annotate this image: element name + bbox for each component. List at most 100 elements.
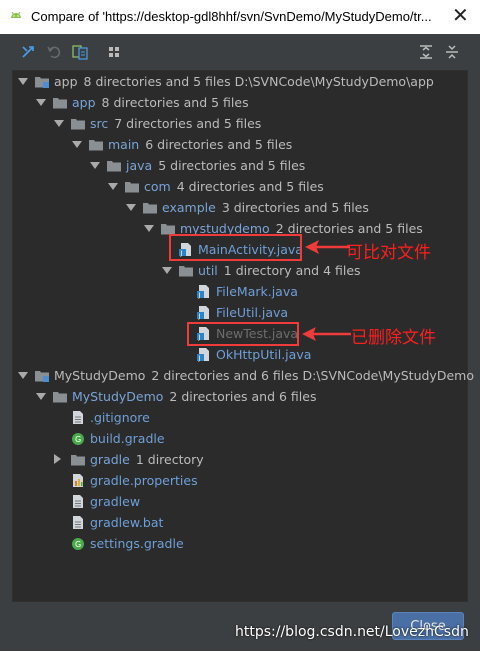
tree-item-name: MyStudyDemo — [54, 368, 146, 383]
java-file-icon: J — [197, 285, 209, 299]
tree-item-meta: 2 directories and 6 files D:\SVNCode\MyS… — [151, 368, 474, 383]
tree-item-name: main — [108, 137, 140, 152]
tree-item-name: gradlew — [90, 494, 141, 509]
tree-row[interactable]: gradle.properties — [13, 470, 467, 491]
tree-row[interactable]: example 3 directories and 5 files — [13, 197, 467, 218]
chevron-right-icon[interactable] — [54, 454, 61, 464]
tree-row-label: MyStudyDemo 2 directories and 6 files — [72, 386, 317, 407]
chevron-down-icon[interactable] — [18, 78, 28, 85]
tree-row[interactable]: util 1 directory and 4 files — [13, 260, 467, 281]
tree-row-label: app 8 directories and 5 files — [72, 92, 249, 113]
chevron-down-icon[interactable] — [126, 204, 136, 211]
window-close-button[interactable]: ✕ — [452, 6, 469, 26]
chevron-down-icon[interactable] — [54, 120, 64, 127]
svg-text:J: J — [198, 312, 201, 320]
svg-text:G: G — [75, 540, 81, 549]
tree-row[interactable]: MyStudyDemo 2 directories and 6 files — [13, 386, 467, 407]
chevron-down-icon[interactable] — [90, 162, 100, 169]
tree-item-name: settings.gradle — [90, 536, 184, 551]
chevron-down-icon[interactable] — [144, 225, 154, 232]
tree-item-meta: 6 directories and 5 files — [145, 137, 293, 152]
tree-item-name: FileUtil.java — [216, 305, 289, 320]
text-file-icon — [73, 411, 83, 424]
folder-icon — [143, 203, 157, 214]
highlight-box-main-activity — [169, 234, 302, 261]
tree-item-name: util — [198, 263, 218, 278]
tree-row-label: gradle.properties — [90, 470, 198, 491]
tree-row-label: com 4 directories and 5 files — [144, 176, 324, 197]
tree-item-meta: 5 directories and 5 files — [158, 158, 306, 173]
watermark: https://blog.csdn.net/LovezhCsdn — [235, 624, 469, 640]
tree-row-label: src 7 directories and 5 files — [90, 113, 261, 134]
chevron-down-icon[interactable] — [162, 267, 172, 274]
folder-icon — [71, 119, 85, 130]
annotation-deleted-file: 已删除文件 — [351, 328, 436, 348]
gradle-icon: G — [72, 433, 84, 445]
tree-row-label: gradle 1 directory — [90, 449, 204, 470]
tree-row-label: gradlew.bat — [90, 512, 163, 533]
tree-item-name: build.gradle — [90, 431, 165, 446]
tree-row[interactable]: app 8 directories and 5 files D:\SVNCode\… — [13, 71, 467, 92]
svg-text:J: J — [198, 291, 201, 299]
revert-icon[interactable] — [46, 44, 62, 60]
toolbar — [0, 34, 480, 70]
svg-text:G: G — [75, 435, 81, 444]
tree-row[interactable]: MyStudyDemo 2 directories and 6 files D:\… — [13, 365, 474, 386]
tree-row[interactable]: app 8 directories and 5 files — [13, 92, 467, 113]
java-file-icon: J — [197, 348, 209, 362]
collapse-all-icon[interactable] — [444, 44, 460, 60]
tree-row[interactable]: .gitignore — [13, 407, 467, 428]
chevron-down-icon[interactable] — [36, 99, 46, 106]
tree-row-label: FileMark.java — [216, 281, 298, 302]
expand-all-icon[interactable] — [418, 44, 434, 60]
chevron-down-icon[interactable] — [18, 372, 28, 379]
group-icon[interactable] — [106, 44, 122, 60]
tree-item-name: gradlew.bat — [90, 515, 164, 530]
tree-row[interactable]: gradlew — [13, 491, 467, 512]
tree-row[interactable]: main 6 directories and 5 files — [13, 134, 467, 155]
android-icon — [11, 11, 21, 18]
merge-icon[interactable] — [20, 44, 36, 60]
text-file-icon — [73, 495, 83, 508]
chevron-down-icon[interactable] — [108, 183, 118, 190]
java-file-icon: J — [197, 306, 209, 320]
window-title: Compare of 'https://desktop-gdl8hhf/svn/… — [31, 9, 432, 24]
tree-item-meta: 1 directory — [135, 452, 204, 467]
tree-item-name: app — [54, 74, 78, 89]
folder-icon — [53, 392, 67, 403]
tree-row-label: java 5 directories and 5 files — [126, 155, 305, 176]
tree-item-name: app — [72, 95, 96, 110]
tree-row-label: main 6 directories and 5 files — [108, 134, 292, 155]
tree-row-label: MyStudyDemo 2 directories and 6 files D:\… — [54, 365, 474, 386]
gradle-icon: G — [72, 538, 84, 550]
tree-item-meta: 8 directories and 5 files — [101, 95, 249, 110]
tree-item-name: example — [162, 200, 216, 215]
tree-item-name: java — [126, 158, 153, 173]
tree-row[interactable]: Gbuild.gradle — [13, 428, 467, 449]
tree-row-label: util 1 directory and 4 files — [198, 260, 361, 281]
tree-row[interactable]: J FileUtil.java — [13, 302, 467, 323]
tree-row-label: FileUtil.java — [216, 302, 288, 323]
svg-text:J: J — [198, 354, 201, 362]
diff-icon[interactable] — [72, 44, 88, 60]
tree-row[interactable]: java 5 directories and 5 files — [13, 155, 467, 176]
tree-row[interactable]: src 7 directories and 5 files — [13, 113, 467, 134]
folder-icon — [179, 266, 193, 277]
folder-icon — [89, 140, 103, 151]
tree-row-label: .gitignore — [90, 407, 150, 428]
chevron-down-icon[interactable] — [36, 393, 46, 400]
tree-row[interactable]: J FileMark.java — [13, 281, 467, 302]
chevron-down-icon[interactable] — [72, 141, 82, 148]
properties-file-icon — [73, 474, 83, 487]
tree-row[interactable]: gradlew.bat — [13, 512, 467, 533]
tree-row-label: settings.gradle — [90, 533, 184, 554]
tree-row[interactable]: Gsettings.gradle — [13, 533, 467, 554]
tree-item-meta: 4 directories and 5 files — [176, 179, 324, 194]
tree-row[interactable]: com 4 directories and 5 files — [13, 176, 467, 197]
tree-row[interactable]: gradle 1 directory — [13, 449, 467, 470]
tree-item-name: OkHttpUtil.java — [216, 347, 312, 362]
tree-item-name: MyStudyDemo — [72, 389, 164, 404]
tree-item-name: gradle.properties — [90, 473, 198, 488]
tree-row-label: example 3 directories and 5 files — [162, 197, 369, 218]
folder-icon — [107, 161, 121, 172]
